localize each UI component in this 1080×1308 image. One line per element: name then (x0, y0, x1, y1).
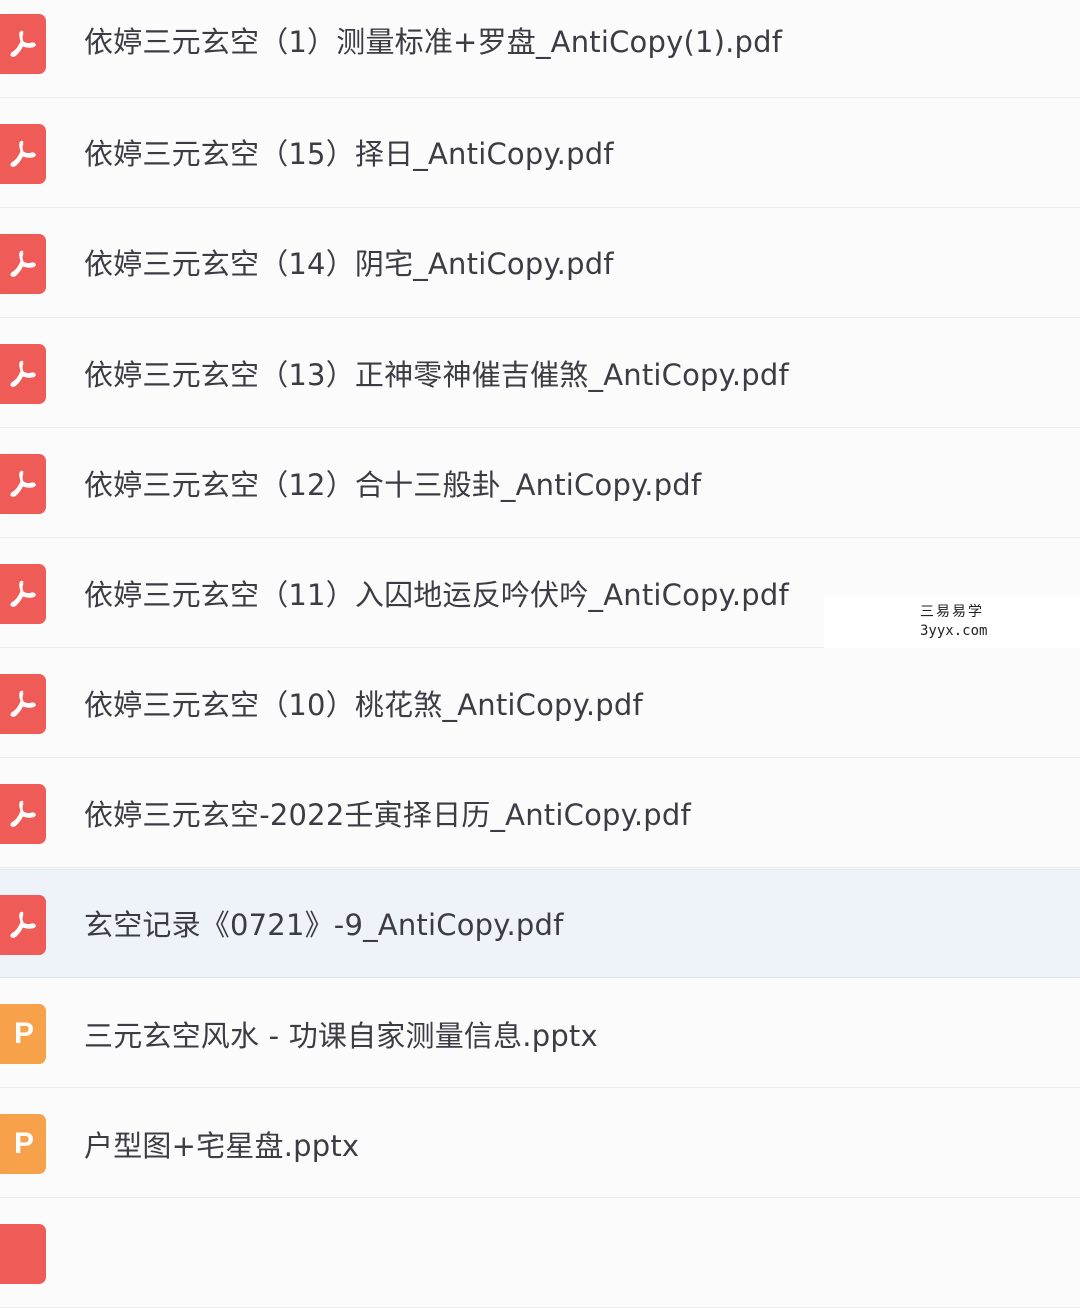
pdf-file-icon (0, 784, 46, 844)
file-name: 依婷三元玄空（11）入囚地运反吟伏吟_AntiCopy.pdf (84, 578, 789, 612)
file-row[interactable]: P 三元玄空风水 - 功课自家测量信息.pptx (0, 979, 1080, 1088)
watermark-url: 3yyx.com (920, 623, 988, 639)
pdf-file-icon (0, 344, 46, 404)
file-name: 户型图+宅星盘.pptx (84, 1129, 360, 1163)
pdf-file-icon (0, 674, 46, 734)
watermark: 三易易学 3yyx.com (824, 596, 1080, 648)
pptx-glyph: P (13, 1127, 34, 1160)
pdf-file-icon (0, 564, 46, 624)
file-row[interactable]: P 户型图+宅星盘.pptx (0, 1089, 1080, 1198)
pdf-file-icon (0, 14, 46, 74)
pptx-glyph: P (13, 1017, 34, 1050)
pdf-file-icon (0, 1224, 46, 1284)
file-row[interactable]: 依婷三元玄空（12）合十三般卦_AntiCopy.pdf (0, 429, 1080, 538)
file-name: 依婷三元玄空-2022壬寅择日历_AntiCopy.pdf (84, 798, 691, 832)
file-name: 依婷三元玄空（12）合十三般卦_AntiCopy.pdf (84, 468, 702, 502)
pptx-file-icon: P (0, 1114, 46, 1174)
watermark-line: 三易易学 (920, 604, 984, 620)
pptx-file-icon: P (0, 1004, 46, 1064)
file-row[interactable]: 依婷三元玄空（15）择日_AntiCopy.pdf (0, 99, 1080, 208)
file-row[interactable]: 依婷三元玄空（13）正神零神催吉催煞_AntiCopy.pdf (0, 319, 1080, 428)
pdf-file-icon (0, 234, 46, 294)
file-name: 依婷三元玄空（10）桃花煞_AntiCopy.pdf (84, 688, 643, 722)
pdf-file-icon (0, 895, 46, 955)
file-name: 三元玄空风水 - 功课自家测量信息.pptx (84, 1019, 598, 1053)
file-name: 依婷三元玄空（14）阴宅_AntiCopy.pdf (84, 247, 614, 281)
file-row-selected[interactable]: 玄空记录《0721》-9_AntiCopy.pdf (0, 869, 1080, 978)
file-list: 依婷三元玄空（1）测量标准+罗盘_AntiCopy(1).pdf 依婷三元玄空（… (0, 0, 1080, 1308)
pdf-file-icon (0, 454, 46, 514)
file-name: 玄空记录《0721》-9_AntiCopy.pdf (84, 908, 564, 942)
file-row[interactable] (0, 1199, 1080, 1308)
file-name: 依婷三元玄空（13）正神零神催吉催煞_AntiCopy.pdf (84, 358, 789, 392)
file-name: 依婷三元玄空（1）测量标准+罗盘_AntiCopy(1).pdf (84, 25, 783, 59)
file-row[interactable]: 依婷三元玄空（14）阴宅_AntiCopy.pdf (0, 209, 1080, 318)
file-row[interactable]: 依婷三元玄空（10）桃花煞_AntiCopy.pdf (0, 649, 1080, 758)
file-name: 依婷三元玄空（15）择日_AntiCopy.pdf (84, 137, 614, 171)
file-row[interactable]: 依婷三元玄空-2022壬寅择日历_AntiCopy.pdf (0, 759, 1080, 868)
pdf-file-icon (0, 124, 46, 184)
file-row[interactable]: 依婷三元玄空（1）测量标准+罗盘_AntiCopy(1).pdf (0, 0, 1080, 98)
